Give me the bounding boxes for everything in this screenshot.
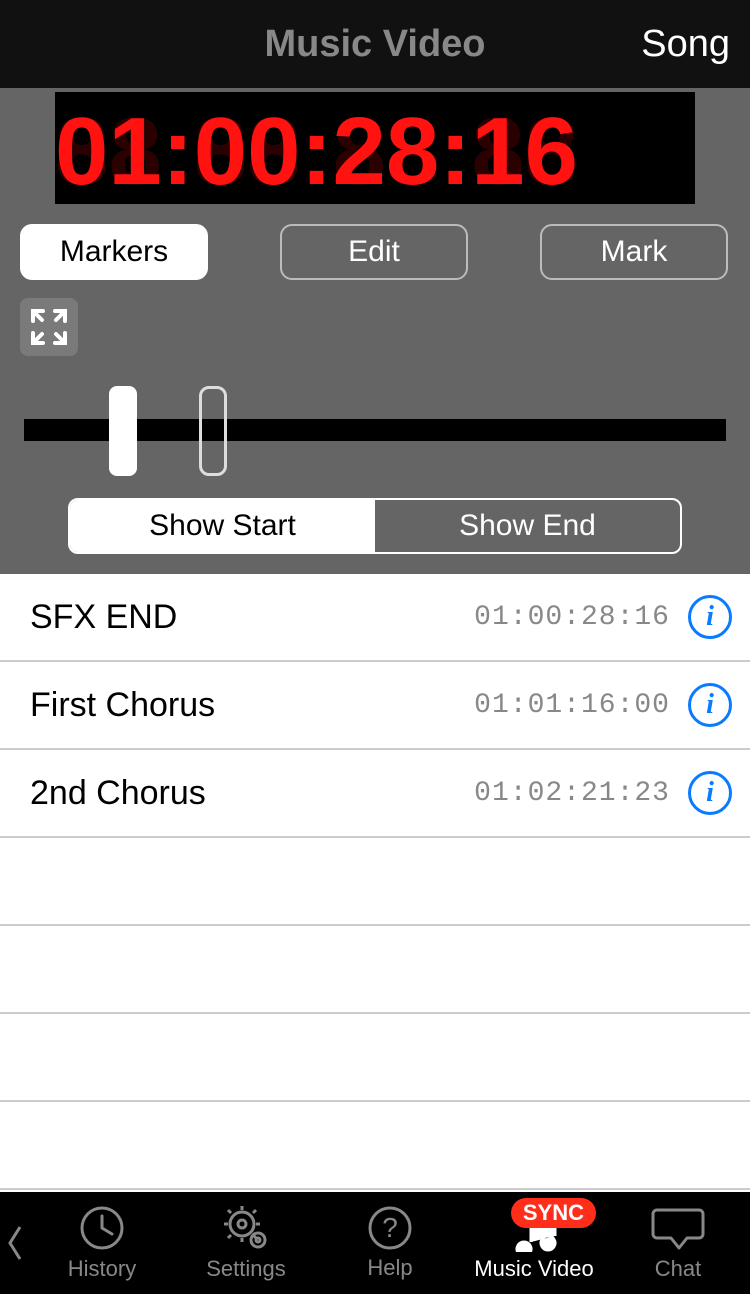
tab-chat[interactable]: Chat <box>606 1204 750 1282</box>
info-icon[interactable]: i <box>688 683 732 727</box>
scrubber[interactable] <box>24 386 726 476</box>
marker-name: SFX END <box>30 598 474 637</box>
tab-history[interactable]: History <box>30 1204 174 1282</box>
tab-settings[interactable]: Settings <box>174 1204 318 1282</box>
toolbar: Markers Edit Mark <box>0 204 750 280</box>
chat-icon <box>651 1204 705 1252</box>
fullscreen-icon[interactable] <box>20 298 78 356</box>
timecode-lit: 01:00:28:16 <box>55 98 578 204</box>
song-button[interactable]: Song <box>641 0 730 88</box>
controls-section: .dim { fill:#2a0000; } .lit { fill:#ff12… <box>0 88 750 574</box>
tab-bar: History Settings ? Help <box>0 1192 750 1294</box>
gear-icon <box>222 1204 270 1252</box>
marker-row[interactable]: SFX END 01:00:28:16 i <box>0 574 750 662</box>
tab-label: Settings <box>206 1256 286 1282</box>
info-icon[interactable]: i <box>688 771 732 815</box>
show-segmented-control: Show Start Show End <box>68 498 682 554</box>
edit-button[interactable]: Edit <box>280 224 468 280</box>
tab-help[interactable]: ? Help <box>318 1205 462 1281</box>
segmented-control-wrap: Show Start Show End <box>0 476 750 574</box>
tab-music-video[interactable]: SYNC Music Video <box>462 1204 606 1282</box>
back-chevron-icon[interactable] <box>0 1192 30 1294</box>
empty-row <box>0 838 750 926</box>
marker-time: 01:02:21:23 <box>474 778 670 809</box>
svg-text:?: ? <box>382 1212 398 1243</box>
marker-name: 2nd Chorus <box>30 774 474 813</box>
tab-label: Chat <box>655 1256 701 1282</box>
clock-icon <box>78 1204 126 1252</box>
empty-row <box>0 1014 750 1102</box>
show-end-segment[interactable]: Show End <box>375 500 680 552</box>
timecode-digits: .dim { fill:#2a0000; } .lit { fill:#ff12… <box>55 92 695 204</box>
help-icon: ? <box>367 1205 413 1251</box>
scrubber-handle-primary[interactable] <box>109 386 137 476</box>
marker-row[interactable]: First Chorus 01:01:16:00 i <box>0 662 750 750</box>
page-title: Music Video <box>264 23 485 66</box>
marker-time: 01:00:28:16 <box>474 602 670 633</box>
tab-label: Music Video <box>474 1256 593 1282</box>
marker-row[interactable]: 2nd Chorus 01:02:21:23 i <box>0 750 750 838</box>
marker-list: SFX END 01:00:28:16 i First Chorus 01:01… <box>0 574 750 1192</box>
marker-time: 01:01:16:00 <box>474 690 670 721</box>
marker-name: First Chorus <box>30 686 474 725</box>
sync-badge: SYNC <box>511 1198 596 1228</box>
info-icon[interactable]: i <box>688 595 732 639</box>
markers-button[interactable]: Markers <box>20 224 208 280</box>
show-start-segment[interactable]: Show Start <box>70 500 375 552</box>
empty-row <box>0 1102 750 1190</box>
scrubber-handle-secondary[interactable] <box>199 386 227 476</box>
mark-button[interactable]: Mark <box>540 224 728 280</box>
timecode-display: .dim { fill:#2a0000; } .lit { fill:#ff12… <box>55 92 695 204</box>
expand-row <box>0 280 750 356</box>
tab-label: History <box>68 1256 136 1282</box>
header-bar: Music Video Song <box>0 0 750 88</box>
tab-label: Help <box>367 1255 412 1281</box>
empty-row <box>0 926 750 1014</box>
